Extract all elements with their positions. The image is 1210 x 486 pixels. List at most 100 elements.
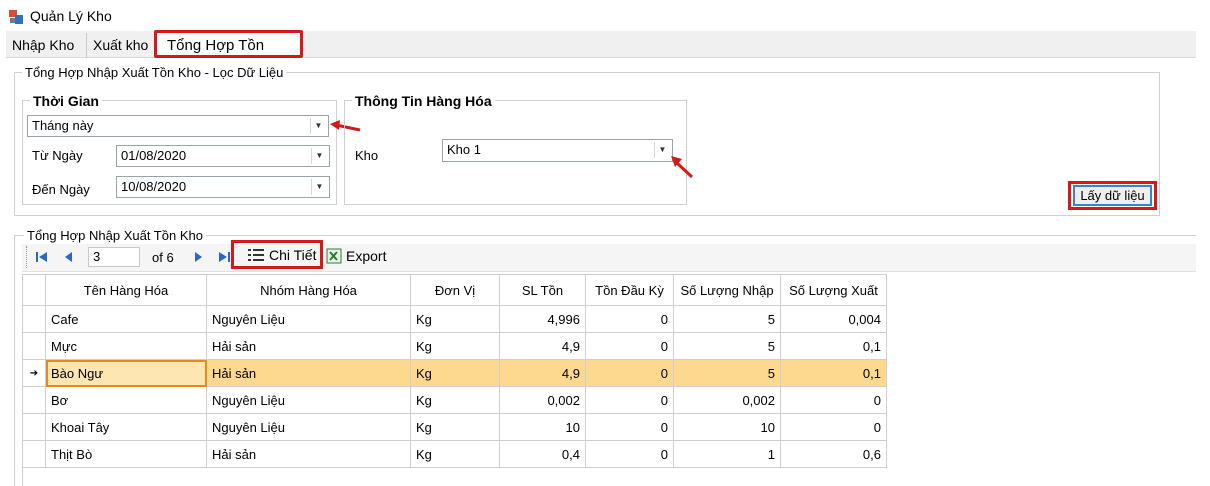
export-button[interactable]: Export	[326, 248, 386, 264]
column-header[interactable]: SL Tồn	[499, 274, 586, 306]
tab-xuat-kho[interactable]: Xuất kho	[86, 33, 154, 58]
table-row[interactable]: Thịt Bò Hải sản Kg 0,4 0 1 0,6	[22, 440, 887, 468]
cell[interactable]: Kg	[410, 305, 500, 333]
cell[interactable]: Cafe	[45, 305, 207, 333]
fetch-data-button[interactable]: Lấy dữ liệu	[1068, 181, 1157, 210]
detail-button[interactable]: Chi Tiết	[231, 240, 323, 269]
cell[interactable]: Hải sản	[206, 332, 411, 360]
cell[interactable]: 5	[673, 359, 781, 387]
cell[interactable]: 0,1	[780, 359, 887, 387]
cell[interactable]: 0	[585, 440, 674, 468]
table-row[interactable]: Khoai Tây Nguyên Liệu Kg 10 0 10 0	[22, 413, 887, 441]
goods-group-title: Thông Tin Hàng Hóa	[352, 93, 495, 109]
cell[interactable]: 0	[585, 359, 674, 387]
cell[interactable]: Bào Ngư	[45, 359, 207, 387]
cell[interactable]: 0	[780, 413, 887, 441]
period-select-value: Tháng này	[32, 118, 94, 133]
nav-position-input[interactable]: 3	[88, 247, 140, 267]
column-header[interactable]: Nhóm Hàng Hóa	[206, 274, 411, 306]
cell[interactable]: Nguyên Liệu	[206, 386, 411, 414]
cell[interactable]: 0,4	[499, 440, 586, 468]
column-header[interactable]: Đơn Vị	[410, 274, 500, 306]
warehouse-select[interactable]: Kho 1 ▼	[442, 139, 673, 162]
cell[interactable]: Kg	[410, 359, 500, 387]
cell[interactable]: 4,996	[499, 305, 586, 333]
table-row-selected[interactable]: ➔ Bào Ngư Hải sản Kg 4,9 0 5 0,1	[22, 359, 887, 387]
cell[interactable]: Hải sản	[206, 359, 411, 387]
dropdown-arrow-icon[interactable]: ▼	[654, 142, 670, 158]
inventory-grid: Tên Hàng Hóa Nhóm Hàng Hóa Đơn Vị SL Tồn…	[22, 274, 887, 468]
cell[interactable]: 1	[673, 440, 781, 468]
to-date-label: Đến Ngày	[32, 182, 90, 197]
cell[interactable]: 0,002	[673, 386, 781, 414]
list-icon	[248, 248, 264, 261]
from-date-picker[interactable]: 01/08/2020 ▼	[116, 145, 330, 167]
table-row[interactable]: Mực Hải sản Kg 4,9 0 5 0,1	[22, 332, 887, 360]
title-bar	[0, 0, 1210, 32]
cell[interactable]: Bơ	[45, 386, 207, 414]
cell[interactable]: Nguyên Liệu	[206, 305, 411, 333]
column-header[interactable]: Số Lượng Xuất	[780, 274, 887, 306]
nav-last-icon[interactable]	[216, 249, 232, 265]
cell[interactable]: Nguyên Liệu	[206, 413, 411, 441]
cell[interactable]: 0	[585, 413, 674, 441]
cell[interactable]: Khoai Tây	[45, 413, 207, 441]
dropdown-arrow-icon[interactable]: ▼	[311, 179, 327, 195]
cell[interactable]: 5	[673, 305, 781, 333]
row-pointer-icon[interactable]: ➔	[22, 359, 46, 387]
row-header[interactable]	[22, 305, 46, 333]
grid-empty-area-border	[22, 464, 23, 486]
cell[interactable]: Thịt Bò	[45, 440, 207, 468]
to-date-picker[interactable]: 10/08/2020 ▼	[116, 176, 330, 198]
warehouse-select-value: Kho 1	[447, 142, 481, 157]
nav-prev-icon[interactable]	[61, 249, 77, 265]
nav-count-label: of 6	[152, 250, 174, 265]
row-header[interactable]	[22, 386, 46, 414]
column-header[interactable]: Tồn Đầu Kỳ	[585, 274, 674, 306]
from-date-value: 01/08/2020	[121, 148, 187, 163]
row-header[interactable]	[22, 332, 46, 360]
toolbar-grip	[26, 246, 28, 268]
row-header[interactable]	[22, 440, 46, 468]
table-row[interactable]: Cafe Nguyên Liệu Kg 4,996 0 5 0,004	[22, 305, 887, 333]
table-row[interactable]: Bơ Nguyên Liệu Kg 0,002 0 0,002 0	[22, 386, 887, 414]
row-header[interactable]	[22, 413, 46, 441]
app-icon	[9, 10, 23, 24]
cell[interactable]: 10	[499, 413, 586, 441]
cell[interactable]: 4,9	[499, 359, 586, 387]
cell[interactable]: Kg	[410, 332, 500, 360]
cell[interactable]: 0	[780, 386, 887, 414]
nav-next-icon[interactable]	[190, 249, 206, 265]
red-annotation-arrow-icon	[671, 156, 694, 179]
period-select[interactable]: Tháng này ▼	[27, 115, 329, 137]
cell[interactable]: 0	[585, 305, 674, 333]
grid-corner-cell[interactable]	[22, 274, 46, 306]
column-header[interactable]: Tên Hàng Hóa	[45, 274, 207, 306]
cell[interactable]: Kg	[410, 440, 500, 468]
cell[interactable]: 0,002	[499, 386, 586, 414]
cell[interactable]: 0,004	[780, 305, 887, 333]
cell[interactable]: 5	[673, 332, 781, 360]
cell[interactable]: 0,1	[780, 332, 887, 360]
summary-left-border	[14, 235, 15, 486]
cell[interactable]: 4,9	[499, 332, 586, 360]
nav-first-icon[interactable]	[34, 249, 50, 265]
cell[interactable]: Kg	[410, 386, 500, 414]
cell[interactable]: 10	[673, 413, 781, 441]
cell[interactable]: 0	[585, 332, 674, 360]
cell[interactable]: Mực	[45, 332, 207, 360]
from-date-label: Từ Ngày	[32, 148, 83, 163]
cell[interactable]: 0,6	[780, 440, 887, 468]
detail-button-label: Chi Tiết	[269, 246, 317, 263]
cell[interactable]: Hải sản	[206, 440, 411, 468]
cell[interactable]: 0	[585, 386, 674, 414]
column-header[interactable]: Số Lượng Nhập	[673, 274, 781, 306]
excel-icon	[326, 248, 342, 264]
dropdown-arrow-icon[interactable]: ▼	[310, 118, 326, 134]
time-group-title: Thời Gian	[30, 93, 102, 109]
tab-tong-hop-ton-kho[interactable]: Tổng Hợp Tồn Kho	[154, 30, 303, 80]
dropdown-arrow-icon[interactable]: ▼	[311, 148, 327, 164]
cell[interactable]: Kg	[410, 413, 500, 441]
tab-nhap-kho[interactable]: Nhập Kho	[6, 33, 80, 58]
filter-group-title: Tổng Hợp Nhập Xuất Tồn Kho - Lọc Dữ Liệu	[22, 65, 287, 80]
